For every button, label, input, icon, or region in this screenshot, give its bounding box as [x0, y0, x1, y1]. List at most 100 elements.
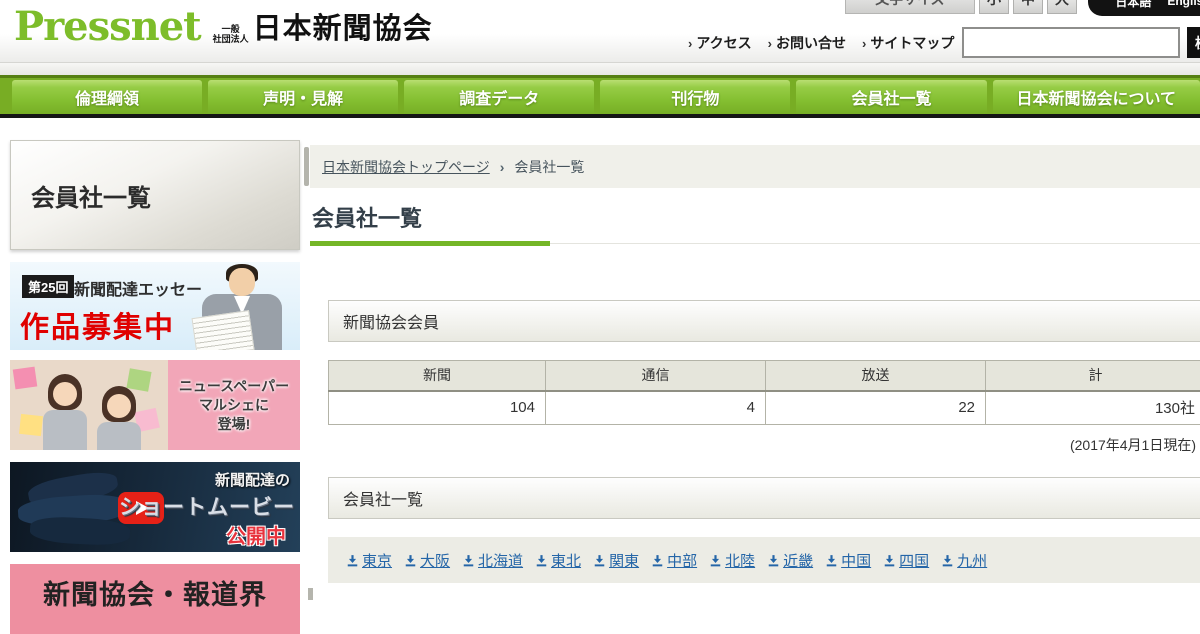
region-link-kyushu[interactable]: 九州	[941, 550, 987, 571]
region-link-tohoku[interactable]: 東北	[535, 550, 581, 571]
photo-decoration	[19, 414, 43, 436]
region-link-tokyo[interactable]: 東京	[346, 550, 392, 571]
sidebar-section-title[interactable]: 会員社一覧	[10, 140, 300, 250]
font-size-label: 文字サイズ	[845, 0, 975, 14]
breadcrumb-accent-bar	[304, 147, 309, 186]
girl-figure	[97, 422, 141, 450]
org-name-block: 一般 社団法人 日本新聞協会	[213, 14, 433, 50]
col-broadcast: 放送	[766, 361, 986, 391]
girl-figure	[53, 382, 77, 406]
col-news-agency: 通信	[546, 361, 766, 391]
download-icon	[767, 554, 780, 567]
region-link-chubu[interactable]: 中部	[651, 550, 697, 571]
download-icon	[535, 554, 548, 567]
chevron-right-icon: ›	[768, 36, 772, 51]
nav-item-publications[interactable]: 刊行物	[600, 80, 790, 114]
page-title: 会員社一覧	[310, 201, 1200, 244]
site-logo[interactable]: Pressnet 一般 社団法人 日本新聞協会	[14, 4, 433, 50]
chevron-right-icon: ›	[688, 36, 692, 51]
girl-figure	[107, 394, 131, 418]
table-row: 104 4 22 130社	[329, 391, 1200, 425]
movie-caption-top: 新聞配達の	[215, 469, 290, 490]
photo-decoration	[13, 367, 38, 390]
site-header: Pressnet 一般 社団法人 日本新聞協会 文字サイズ 小 中 大 日本語 …	[0, 0, 1200, 63]
search-button[interactable]: 検索	[1187, 27, 1200, 58]
movie-caption-main: ショートムービー	[119, 491, 295, 521]
font-size-controls: 文字サイズ 小 中 大	[845, 0, 1077, 14]
nav-item-about[interactable]: 日本新聞協会について	[993, 80, 1200, 114]
region-link-chugoku[interactable]: 中国	[825, 550, 871, 571]
banner-press-world[interactable]: 新聞協会・報道界	[10, 564, 300, 634]
sidebar: 会員社一覧 第25回 新聞配達エッセー 作品募集中 ニュースペーパー マルシェに…	[10, 140, 300, 634]
nav-bottom-border	[0, 114, 1200, 118]
table-header-row: 新聞 通信 放送 計	[329, 361, 1200, 391]
nav-item-ethics[interactable]: 倫理綱領	[12, 80, 202, 114]
man-photo-figure	[229, 268, 255, 296]
org-name-text: 日本新聞協会	[253, 14, 433, 44]
font-size-medium-button[interactable]: 中	[1013, 0, 1043, 14]
essay-title: 新聞配達エッセー	[74, 276, 202, 300]
lang-english-button[interactable]: English	[1167, 0, 1200, 8]
girl-figure	[43, 410, 87, 450]
global-nav: 倫理綱領 声明・見解 調査データ 刊行物 会員社一覧 日本新聞協会について	[0, 75, 1200, 114]
main-content: 日本新聞協会トップページ › 会員社一覧 会員社一覧 新聞協会会員 新聞 通信 …	[310, 145, 1200, 583]
download-icon	[346, 554, 359, 567]
newspaper-count: 104	[329, 391, 546, 425]
region-link-shikoku[interactable]: 四国	[883, 550, 929, 571]
press-world-title: 新聞協会・報道界	[43, 573, 267, 634]
sitemap-link[interactable]: ›サイトマップ	[862, 33, 954, 53]
font-size-large-button[interactable]: 大	[1047, 0, 1077, 14]
movie-caption-status: 公開中	[226, 520, 286, 549]
members-section-heading: 新聞協会会員	[328, 300, 1200, 342]
region-download-links: 東京 大阪 北海道 東北 関東 中部 北陸 近畿 中国 四国 九州	[328, 537, 1200, 583]
members-count-table: 新聞 通信 放送 計 104 4 22 130社	[328, 360, 1200, 425]
region-link-hokkaido[interactable]: 北海道	[462, 550, 523, 571]
col-total: 計	[986, 361, 1200, 391]
access-link[interactable]: ›アクセス	[688, 33, 752, 53]
region-link-kinki[interactable]: 近畿	[767, 550, 813, 571]
breadcrumb: 日本新聞協会トップページ › 会員社一覧	[310, 145, 1200, 188]
photo-decoration	[126, 368, 151, 392]
region-link-osaka[interactable]: 大阪	[404, 550, 450, 571]
banner-newspaper-marche[interactable]: ニュースペーパー マルシェに 登場!	[10, 360, 300, 450]
total-count: 130社	[986, 391, 1200, 425]
download-icon	[404, 554, 417, 567]
download-icon	[651, 554, 664, 567]
pressnet-logo-text: Pressnet	[14, 4, 201, 50]
header-quick-links: ›アクセス ›お問い合せ ›サイトマップ	[688, 33, 954, 53]
col-newspaper: 新聞	[329, 361, 546, 391]
broadcast-count: 22	[766, 391, 986, 425]
essay-edition-badge: 第25回	[22, 275, 74, 298]
language-toggle: 日本語 English	[1088, 0, 1200, 16]
newspaper-stack-graphic	[29, 515, 130, 546]
member-list-section-heading: 会員社一覧	[328, 477, 1200, 519]
region-link-kanto[interactable]: 関東	[593, 550, 639, 571]
nav-item-survey-data[interactable]: 調査データ	[404, 80, 594, 114]
nav-top-strip	[0, 63, 1200, 75]
search-input[interactable]	[962, 27, 1180, 58]
essay-call-for-entries: 作品募集中	[20, 304, 175, 346]
nav-item-statements[interactable]: 声明・見解	[208, 80, 398, 114]
breadcrumb-home-link[interactable]: 日本新聞協会トップページ	[322, 157, 490, 177]
download-icon	[883, 554, 896, 567]
download-icon	[825, 554, 838, 567]
list-marker-partial	[308, 588, 313, 600]
contact-link[interactable]: ›お問い合せ	[768, 33, 846, 53]
breadcrumb-current: 会員社一覧	[514, 157, 584, 177]
download-icon	[593, 554, 606, 567]
chevron-right-icon: ›	[862, 36, 866, 51]
font-size-small-button[interactable]: 小	[979, 0, 1009, 14]
lang-japanese-button[interactable]: 日本語	[1115, 0, 1151, 10]
region-link-hokuriku[interactable]: 北陸	[709, 550, 755, 571]
news-agency-count: 4	[546, 391, 766, 425]
as-of-date: (2017年4月1日現在)	[328, 435, 1200, 455]
download-icon	[462, 554, 475, 567]
marche-caption: ニュースペーパー マルシェに 登場!	[168, 360, 300, 450]
banner-essay-contest[interactable]: 第25回 新聞配達エッセー 作品募集中	[10, 262, 300, 350]
nav-item-member-list[interactable]: 会員社一覧	[796, 80, 986, 114]
org-type-label: 一般 社団法人	[213, 24, 249, 44]
newspaper-graphic	[191, 310, 254, 350]
banner-short-movie[interactable]: 新聞配達の ショートムービー 公開中	[10, 462, 300, 552]
download-icon	[709, 554, 722, 567]
breadcrumb-separator-icon: ›	[500, 159, 505, 175]
